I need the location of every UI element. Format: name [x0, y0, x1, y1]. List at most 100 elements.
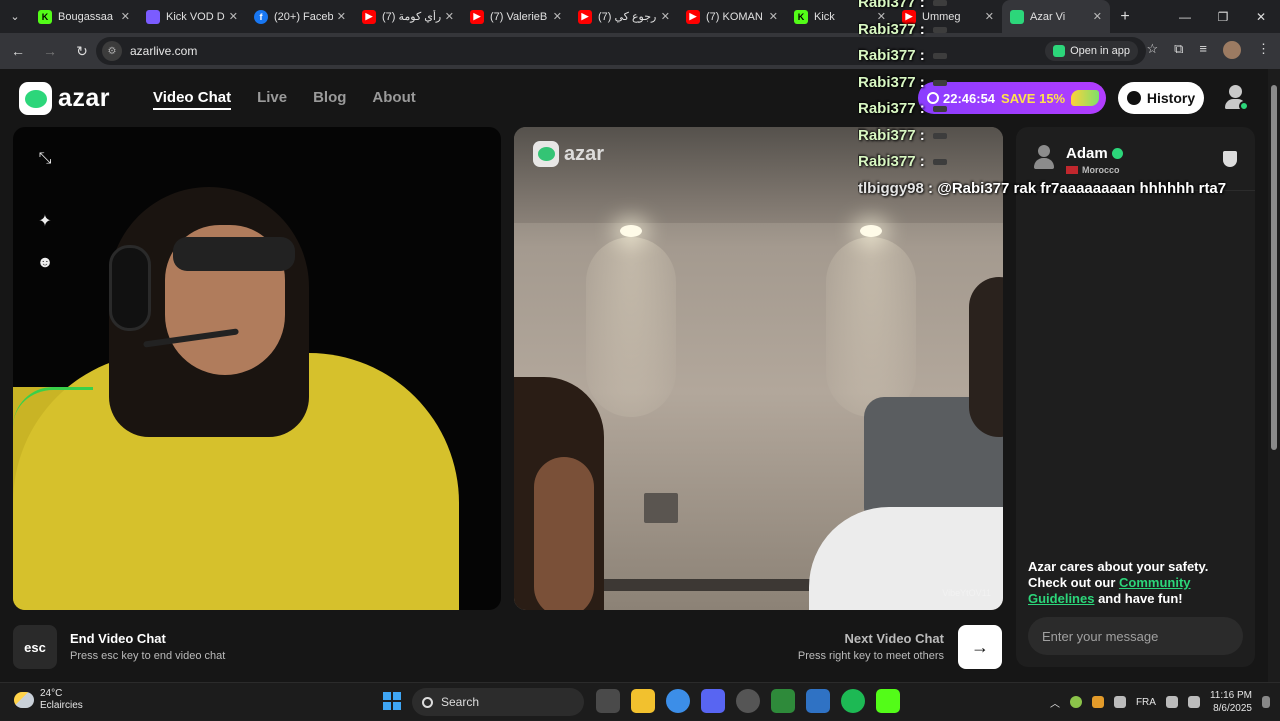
volume-icon[interactable]	[1187, 696, 1200, 708]
youtube-favicon-icon: ▶	[686, 9, 700, 24]
nav-video-chat[interactable]: Video Chat	[153, 89, 232, 110]
close-tab-icon[interactable]: ✕	[1093, 10, 1102, 23]
discord-icon[interactable]	[701, 689, 725, 713]
task-view-icon[interactable]	[596, 689, 620, 713]
close-tab-icon[interactable]: ✕	[229, 10, 238, 23]
site-info-icon[interactable]: ⚙	[102, 41, 122, 61]
partner-video-panel: azar VibeYtOV11	[514, 127, 1003, 610]
profile-avatar[interactable]	[1223, 41, 1241, 59]
browser-tab[interactable]: ▶ (7) رجوع كي ✕	[570, 0, 678, 33]
next-chat-title: Next Video Chat	[844, 631, 944, 646]
video-frame-detail	[826, 237, 916, 417]
toolbar-icons: ☆ ⧉ ≡ ⋮	[1146, 41, 1270, 59]
scrollbar-thumb[interactable]	[1271, 85, 1277, 450]
kick-app-icon[interactable]	[876, 689, 900, 713]
close-tab-icon[interactable]: ✕	[445, 10, 454, 23]
partner-id-tag: VibeYtOV11	[942, 588, 991, 598]
close-tab-icon[interactable]: ✕	[769, 10, 778, 23]
close-tab-icon[interactable]: ✕	[553, 10, 562, 23]
page-scrollbar[interactable]	[1268, 69, 1280, 682]
menu-dots-icon[interactable]: ⋮	[1257, 41, 1270, 59]
azar-logo-text: azar	[58, 84, 111, 112]
report-shield-icon[interactable]	[1223, 151, 1237, 167]
history-button[interactable]: History	[1118, 82, 1204, 114]
end-chat-hint: Press esc key to end video chat	[70, 650, 226, 662]
close-window-icon[interactable]: ✕	[1242, 0, 1280, 33]
obs-icon[interactable]	[736, 689, 760, 713]
network-icon[interactable]	[1165, 696, 1178, 708]
minimize-icon[interactable]: —	[1166, 0, 1204, 33]
omnibox[interactable]: ⚙ azarlive.com Open in app	[96, 37, 1146, 65]
youtube-favicon-icon: ▶	[578, 9, 592, 24]
windows-start-icon[interactable]	[383, 692, 401, 710]
office-app-icon[interactable]	[806, 689, 830, 713]
forward-arrow-icon[interactable]: →	[36, 43, 64, 59]
azar-watermark: azar	[533, 141, 604, 167]
taskbar-search[interactable]: Search	[412, 688, 584, 716]
taskbar-time: 11:16 PM	[1209, 690, 1252, 701]
verified-badge-icon	[1111, 148, 1123, 159]
browser-tab-label: (7) رأي كومة	[382, 11, 441, 23]
browser-tab[interactable]: ▶ (7) ValerieB ✕	[462, 0, 570, 33]
effects-sparkle-icon[interactable]: ✦	[35, 211, 55, 231]
browser-tab[interactable]: ▶ (7) KOMAN ✕	[678, 0, 786, 33]
notifications-icon[interactable]	[1262, 696, 1270, 708]
keyboard-icon[interactable]	[1113, 696, 1126, 708]
azar-watermark-icon	[533, 141, 559, 167]
azar-logo[interactable]: azar	[19, 82, 110, 115]
new-tab-plus-icon[interactable]: +	[1110, 8, 1140, 26]
message-input[interactable]	[1028, 617, 1243, 655]
chrome-icon[interactable]	[666, 689, 690, 713]
partly-cloudy-icon	[14, 692, 34, 708]
kick-favicon-icon: K	[794, 9, 808, 24]
browser-tab[interactable]: ▶ Ummeg ✕	[894, 0, 1002, 33]
browser-tab[interactable]: K Bougassaa ✕	[30, 0, 138, 33]
media-controls-icon[interactable]: ≡	[1199, 41, 1207, 59]
restore-icon[interactable]: ❐	[1204, 0, 1242, 33]
search-icon	[422, 696, 433, 708]
url-text[interactable]: azarlive.com	[130, 44, 197, 58]
nav-live[interactable]: Live	[257, 89, 287, 110]
promo-timer: 22:46:54	[943, 90, 996, 106]
reload-icon[interactable]: ↻	[68, 43, 96, 60]
browser-tab[interactable]: ▶ (7) رأي كومة ✕	[354, 0, 462, 33]
close-tab-icon[interactable]: ✕	[337, 10, 346, 23]
browser-tab[interactable]: Azar Vi ✕	[1002, 0, 1110, 33]
extensions-puzzle-icon[interactable]: ⧉	[1174, 41, 1183, 59]
tray-app-icon[interactable]	[1069, 696, 1082, 708]
taskbar-clock[interactable]: 11:16 PM 8/6/2025	[1210, 689, 1252, 715]
browser-tab-label: (7) ValerieB	[490, 10, 548, 23]
bookmark-star-icon[interactable]: ☆	[1146, 41, 1158, 59]
kick-studio-icon[interactable]	[771, 689, 795, 713]
face-filter-icon[interactable]: ☻	[35, 253, 55, 273]
input-language[interactable]: FRA	[1136, 697, 1156, 708]
browser-tab[interactable]: Kick VOD D ✕	[138, 0, 246, 33]
weather-widget[interactable]: 24°C Eclaircies	[14, 688, 83, 712]
back-arrow-icon[interactable]: ←	[4, 43, 32, 59]
browser-tab[interactable]: K Kick ✕	[786, 0, 894, 33]
microphone-icon[interactable]	[1091, 696, 1104, 708]
tab-search-chevron-icon[interactable]: ⌄	[0, 0, 30, 33]
nav-about[interactable]: About	[372, 89, 415, 110]
kick-favicon-icon: K	[38, 9, 52, 24]
windows-taskbar: 24°C Eclaircies Search ︿ FRA 11:16 PM 8/…	[0, 682, 1280, 720]
spotify-icon[interactable]	[841, 689, 865, 713]
end-chat-esc-button[interactable]: esc	[13, 625, 57, 669]
file-explorer-icon[interactable]	[631, 689, 655, 713]
close-tab-icon[interactable]: ✕	[985, 10, 994, 23]
show-hidden-icons-chevron-icon[interactable]: ︿	[1050, 695, 1060, 710]
browser-tab[interactable]: f (20+) Faceb ✕	[246, 0, 354, 33]
close-tab-icon[interactable]: ✕	[877, 10, 886, 23]
open-in-app-button[interactable]: Open in app	[1045, 41, 1138, 61]
collapse-video-icon[interactable]: ⤡	[35, 149, 55, 169]
browser-tab-label: (20+) Faceb	[274, 10, 333, 23]
close-tab-icon[interactable]: ✕	[121, 10, 130, 23]
safety-text-end: and have fun!	[1094, 591, 1183, 606]
next-chat-arrow-button[interactable]: →	[958, 625, 1002, 669]
youtube-favicon-icon: ▶	[470, 9, 484, 24]
account-avatar-icon[interactable]	[1222, 83, 1250, 113]
promo-badge[interactable]: 22:46:54 SAVE 15%	[918, 82, 1106, 114]
close-tab-icon[interactable]: ✕	[661, 10, 670, 23]
nav-blog[interactable]: Blog	[313, 89, 346, 110]
weather-temperature: 24°C	[40, 688, 63, 699]
